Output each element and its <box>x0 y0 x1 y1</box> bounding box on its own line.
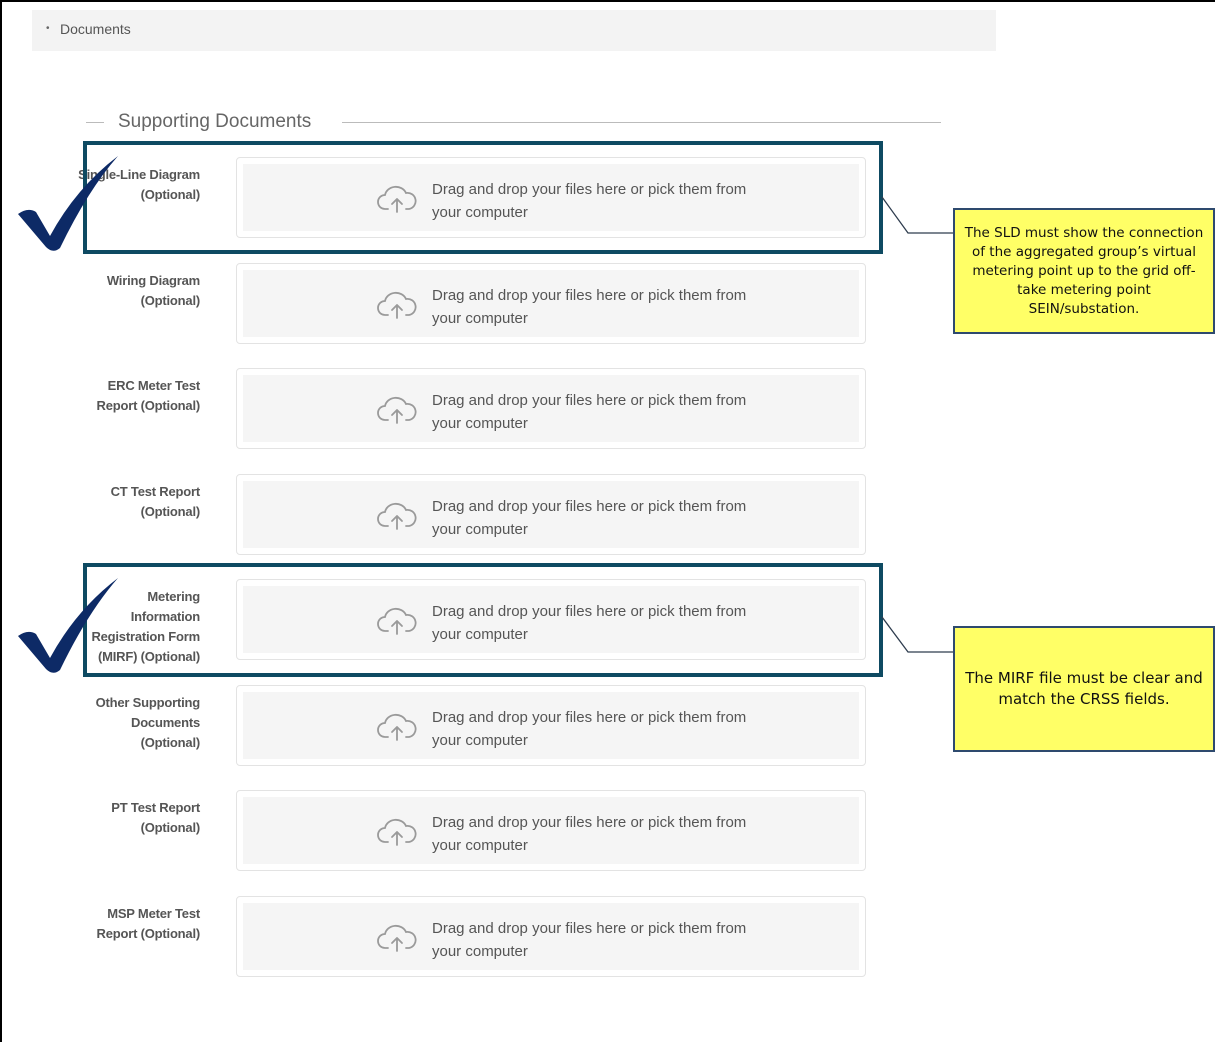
file-dropzone[interactable]: Drag and drop your files here or pick th… <box>236 685 866 766</box>
annotation-note-sld: The SLD must show the connection of the … <box>953 208 1215 334</box>
annotation-note-mirf: The MIRF file must be clear and match th… <box>953 626 1215 752</box>
document-row: PT Test Report (Optional) Drag and drop … <box>0 790 880 874</box>
dropzone-prompt: Drag and drop your files here or pick th… <box>432 814 747 854</box>
collapse-bullet-icon: • <box>46 23 50 34</box>
fieldset-divider <box>342 122 941 123</box>
file-dropzone[interactable]: Drag and drop your files here or pick th… <box>236 368 866 449</box>
field-label: PT Test Report (Optional) <box>111 800 200 835</box>
dropzone-area[interactable]: Drag and drop your files here or pick th… <box>243 903 859 970</box>
checkmark-icon <box>18 578 118 673</box>
highlight-box-sld <box>83 141 883 254</box>
highlight-box-mirf <box>83 563 883 677</box>
field-label: Wiring Diagram (Optional) <box>106 273 200 308</box>
dropzone-area[interactable]: Drag and drop your files here or pick th… <box>243 270 859 337</box>
dropzone-prompt: Drag and drop your files here or pick th… <box>432 498 747 538</box>
document-row: MSP Meter Test Report (Optional) Drag an… <box>0 896 880 980</box>
document-row: Wiring Diagram (Optional) Drag and drop … <box>0 263 880 347</box>
annotation-text: The SLD must show the connection of the … <box>964 224 1204 317</box>
dropzone-prompt: Drag and drop your files here or pick th… <box>432 920 747 960</box>
document-row: Other Supporting Documents (Optional) Dr… <box>0 685 880 769</box>
cloud-upload-icon <box>377 502 417 530</box>
dropzone-prompt: Drag and drop your files here or pick th… <box>432 709 747 749</box>
checkmark-icon <box>18 156 118 251</box>
dropzone-area[interactable]: Drag and drop your files here or pick th… <box>243 481 859 548</box>
field-label: ERC Meter Test Report (Optional) <box>96 378 201 413</box>
annotation-text: The MIRF file must be clear and match th… <box>965 669 1203 708</box>
field-label: Other Supporting Documents (Optional) <box>95 695 201 750</box>
callout-connector <box>881 196 956 234</box>
field-label: CT Test Report (Optional) <box>110 484 201 519</box>
dropzone-prompt: Drag and drop your files here or pick th… <box>432 392 747 432</box>
document-row: CT Test Report (Optional) Drag and drop … <box>0 474 880 558</box>
documents-section-header[interactable]: • Documents <box>32 10 996 51</box>
dropzone-area[interactable]: Drag and drop your files here or pick th… <box>243 375 859 442</box>
dropzone-prompt: Drag and drop your files here or pick th… <box>432 287 747 327</box>
cloud-upload-icon <box>377 396 417 424</box>
dropzone-area[interactable]: Drag and drop your files here or pick th… <box>243 692 859 759</box>
file-dropzone[interactable]: Drag and drop your files here or pick th… <box>236 896 866 977</box>
fieldset-title: Supporting Documents <box>118 111 312 132</box>
field-label: MSP Meter Test Report (Optional) <box>96 906 201 941</box>
cloud-upload-icon <box>377 291 417 319</box>
cloud-upload-icon <box>377 713 417 741</box>
cloud-upload-icon <box>377 818 417 846</box>
file-dropzone[interactable]: Drag and drop your files here or pick th… <box>236 474 866 555</box>
file-dropzone[interactable]: Drag and drop your files here or pick th… <box>236 790 866 871</box>
dropzone-area[interactable]: Drag and drop your files here or pick th… <box>243 797 859 864</box>
file-dropzone[interactable]: Drag and drop your files here or pick th… <box>236 263 866 344</box>
document-row: ERC Meter Test Report (Optional) Drag an… <box>0 368 880 452</box>
fieldset-divider <box>86 122 104 123</box>
cloud-upload-icon <box>377 924 417 952</box>
callout-connector <box>881 616 956 653</box>
section-title: Documents <box>60 21 131 37</box>
